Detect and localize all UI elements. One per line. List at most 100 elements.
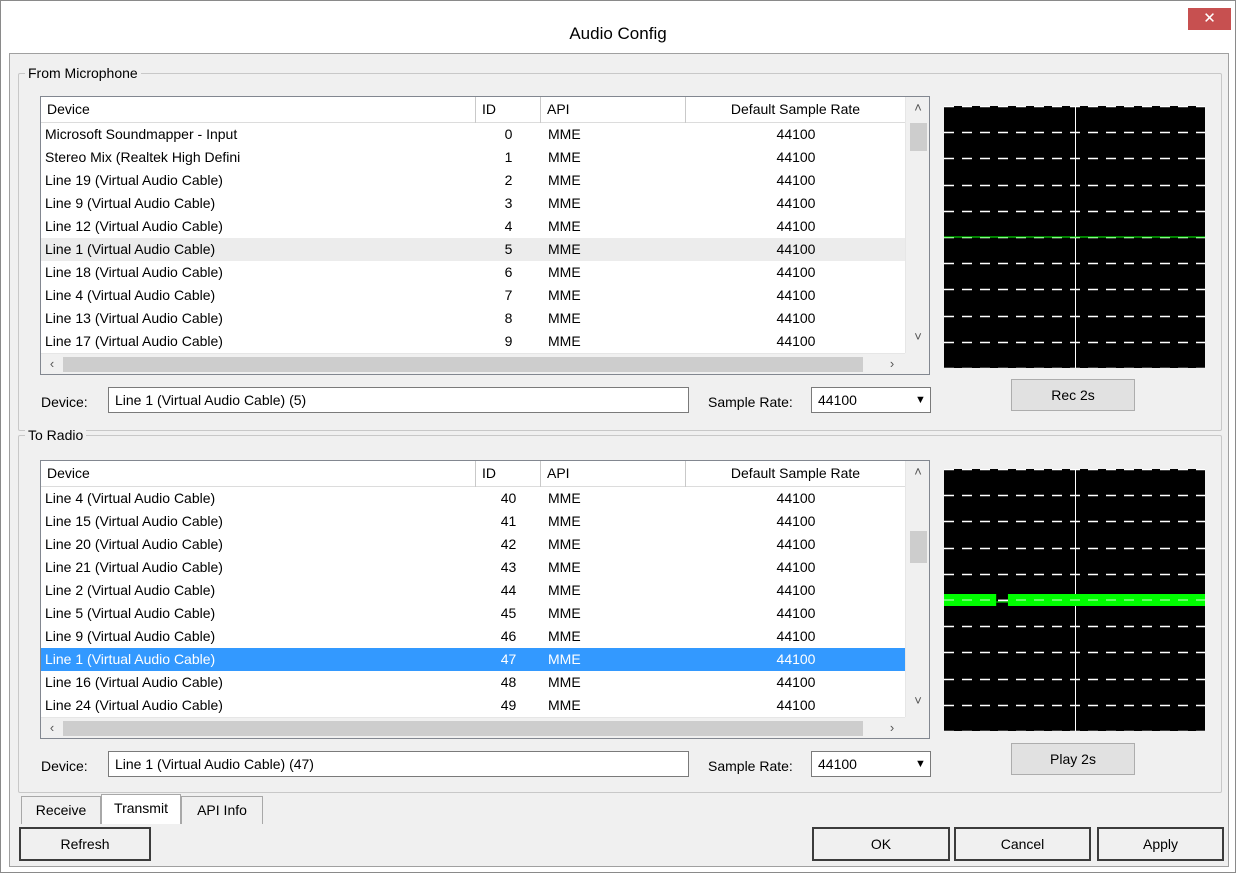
ok-button[interactable]: OK xyxy=(812,827,950,861)
dialog-client-area: From Microphone Device ID API Default Sa… xyxy=(9,53,1229,867)
table-row[interactable]: Line 9 (Virtual Audio Cable) 46 MME 44100 xyxy=(41,625,905,648)
table-row[interactable]: Line 13 (Virtual Audio Cable) 8 MME 44100 xyxy=(41,307,905,330)
tab-receive[interactable]: Receive xyxy=(21,796,101,824)
table-row[interactable]: Line 12 (Virtual Audio Cable) 4 MME 44100 xyxy=(41,215,905,238)
scrollbar-thumb[interactable] xyxy=(63,357,863,372)
scroll-right-icon[interactable]: › xyxy=(883,720,901,735)
cell-id: 6 xyxy=(504,264,513,280)
scroll-up-icon[interactable]: ˄ xyxy=(909,464,927,479)
table-row[interactable]: Line 2 (Virtual Audio Cable) 44 MME 44100 xyxy=(41,579,905,602)
scroll-left-icon[interactable]: ‹ xyxy=(43,720,61,735)
table-row[interactable]: Line 4 (Virtual Audio Cable) 7 MME 44100 xyxy=(41,284,905,307)
cell-default-sample-rate: 44100 xyxy=(776,536,816,552)
mic-device-label: Device: xyxy=(41,394,88,410)
cell-api: MME xyxy=(548,536,581,552)
column-header-device[interactable]: Device xyxy=(41,461,476,487)
table-row[interactable]: Line 16 (Virtual Audio Cable) 48 MME 44100 xyxy=(41,671,905,694)
cell-device: Line 12 (Virtual Audio Cable) xyxy=(45,218,223,234)
column-header-device[interactable]: Device xyxy=(41,97,476,123)
column-header-default-sample-rate[interactable]: Default Sample Rate xyxy=(686,97,906,123)
cell-default-sample-rate: 44100 xyxy=(776,513,816,529)
cell-default-sample-rate: 44100 xyxy=(776,333,816,349)
table-row[interactable]: Line 19 (Virtual Audio Cable) 2 MME 44100 xyxy=(41,169,905,192)
table-row[interactable]: Line 24 (Virtual Audio Cable) 49 MME 44100 xyxy=(41,694,905,717)
table-row[interactable]: Line 17 (Virtual Audio Cable) 9 MME 44100 xyxy=(41,330,905,353)
cell-api: MME xyxy=(548,651,581,667)
microphone-device-list[interactable]: Device ID API Default Sample Rate Micros… xyxy=(40,96,930,375)
table-row[interactable]: Line 5 (Virtual Audio Cable) 45 MME 44100 xyxy=(41,602,905,625)
radio-sample-rate-value: 44100 xyxy=(818,756,857,772)
scroll-right-icon[interactable]: › xyxy=(883,356,901,371)
cell-id: 49 xyxy=(500,697,517,713)
apply-button[interactable]: Apply xyxy=(1097,827,1224,861)
radio-sample-rate-select[interactable]: 44100 ▼ xyxy=(811,751,931,777)
column-header-api[interactable]: API xyxy=(541,97,686,123)
table-row[interactable]: Line 1 (Virtual Audio Cable) 5 MME 44100 xyxy=(41,238,905,261)
scroll-down-icon[interactable]: ˅ xyxy=(909,693,927,708)
radio-list-horizontal-scrollbar[interactable]: ‹ › xyxy=(41,717,905,738)
cell-api: MME xyxy=(548,195,581,211)
table-row[interactable]: Line 20 (Virtual Audio Cable) 42 MME 44100 xyxy=(41,533,905,556)
radio-list-vertical-scrollbar[interactable]: ˄ ˅ xyxy=(905,461,929,717)
cell-default-sample-rate: 44100 xyxy=(776,490,816,506)
scrollbar-thumb[interactable] xyxy=(910,531,927,563)
cell-api: MME xyxy=(548,582,581,598)
cell-default-sample-rate: 44100 xyxy=(776,651,816,667)
cell-device: Line 15 (Virtual Audio Cable) xyxy=(45,513,223,529)
cell-device: Stereo Mix (Realtek High Defini xyxy=(45,149,241,165)
table-row[interactable]: Line 1 (Virtual Audio Cable) 47 MME 44100 xyxy=(41,648,905,671)
microphone-list-vertical-scrollbar[interactable]: ˄ ˅ xyxy=(905,97,929,353)
scroll-up-icon[interactable]: ˄ xyxy=(909,100,927,115)
scroll-left-icon[interactable]: ‹ xyxy=(43,356,61,371)
column-header-id[interactable]: ID xyxy=(476,461,541,487)
column-header-id[interactable]: ID xyxy=(476,97,541,123)
cell-api: MME xyxy=(548,628,581,644)
table-row[interactable]: Line 4 (Virtual Audio Cable) 40 MME 44100 xyxy=(41,487,905,510)
cell-device: Line 19 (Virtual Audio Cable) xyxy=(45,172,223,188)
chevron-down-icon[interactable]: ▼ xyxy=(911,388,930,412)
radio-device-field[interactable]: Line 1 (Virtual Audio Cable) (47) xyxy=(108,751,689,777)
cell-id: 9 xyxy=(504,333,513,349)
table-row[interactable]: Line 18 (Virtual Audio Cable) 6 MME 44100 xyxy=(41,261,905,284)
cancel-button[interactable]: Cancel xyxy=(954,827,1091,861)
close-icon[interactable]: ✕ xyxy=(1188,8,1231,30)
cell-device: Line 9 (Virtual Audio Cable) xyxy=(45,628,216,644)
scrollbar-thumb[interactable] xyxy=(63,721,863,736)
cell-api: MME xyxy=(548,513,581,529)
microphone-list-horizontal-scrollbar[interactable]: ‹ › xyxy=(41,353,905,374)
to-radio-group-label: To Radio xyxy=(25,426,87,444)
tab-api-info[interactable]: API Info xyxy=(181,796,263,824)
cell-device: Line 18 (Virtual Audio Cable) xyxy=(45,264,223,280)
table-row[interactable]: Line 15 (Virtual Audio Cable) 41 MME 44100 xyxy=(41,510,905,533)
mic-sample-rate-select[interactable]: 44100 ▼ xyxy=(811,387,931,413)
cell-id: 47 xyxy=(500,651,517,667)
cell-id: 7 xyxy=(504,287,513,303)
cell-default-sample-rate: 44100 xyxy=(776,195,816,211)
from-microphone-group: From Microphone Device ID API Default Sa… xyxy=(18,64,1222,431)
radio-device-list[interactable]: Device ID API Default Sample Rate Line 4… xyxy=(40,460,930,739)
cell-id: 8 xyxy=(504,310,513,326)
title-bar[interactable]: Audio Config ✕ xyxy=(1,1,1235,53)
mic-device-field[interactable]: Line 1 (Virtual Audio Cable) (5) xyxy=(108,387,689,413)
table-row[interactable]: Line 21 (Virtual Audio Cable) 43 MME 44100 xyxy=(41,556,905,579)
tab-transmit[interactable]: Transmit xyxy=(101,794,181,824)
cell-device: Line 5 (Virtual Audio Cable) xyxy=(45,605,216,621)
column-header-default-sample-rate[interactable]: Default Sample Rate xyxy=(686,461,906,487)
rec-2s-button[interactable]: Rec 2s xyxy=(1011,379,1135,411)
scrollbar-thumb[interactable] xyxy=(910,123,927,151)
scroll-down-icon[interactable]: ˅ xyxy=(909,329,927,344)
scope-canvas xyxy=(944,469,1205,731)
cell-id: 3 xyxy=(504,195,513,211)
table-row[interactable]: Line 9 (Virtual Audio Cable) 3 MME 44100 xyxy=(41,192,905,215)
cell-default-sample-rate: 44100 xyxy=(776,218,816,234)
cell-api: MME xyxy=(548,218,581,234)
table-row[interactable]: Stereo Mix (Realtek High Defini 1 MME 44100 xyxy=(41,146,905,169)
table-row[interactable]: Microsoft Soundmapper - Input 0 MME 44100 xyxy=(41,123,905,146)
column-header-api[interactable]: API xyxy=(541,461,686,487)
refresh-button[interactable]: Refresh xyxy=(19,827,151,861)
cell-api: MME xyxy=(548,559,581,575)
cell-api: MME xyxy=(548,310,581,326)
play-2s-button[interactable]: Play 2s xyxy=(1011,743,1135,775)
cell-default-sample-rate: 44100 xyxy=(776,582,816,598)
chevron-down-icon[interactable]: ▼ xyxy=(911,752,930,776)
